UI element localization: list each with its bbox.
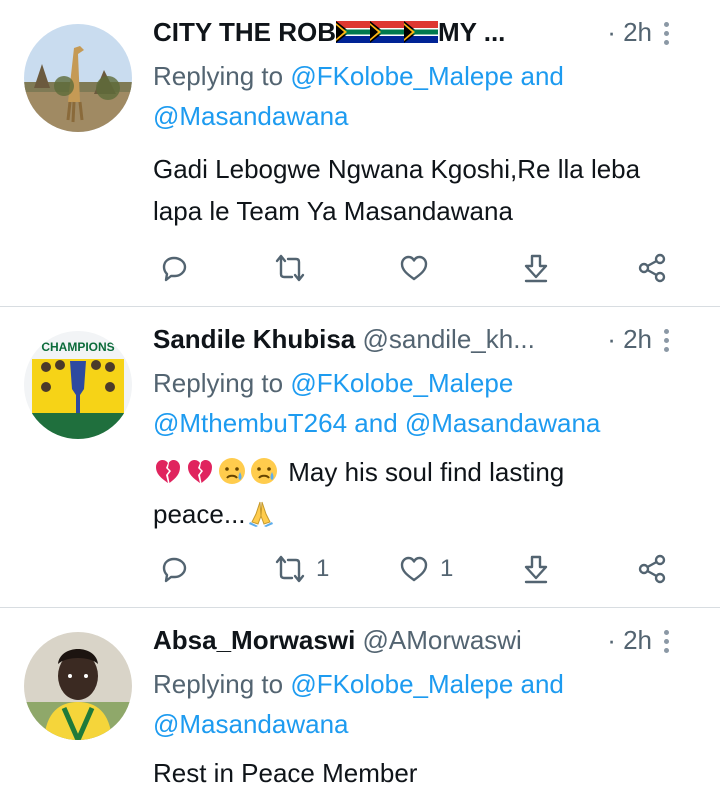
share-button[interactable]	[636, 250, 668, 286]
sad-relieved-face-icon	[251, 458, 277, 484]
user-handle[interactable]: @sandile_kh...	[363, 324, 535, 354]
tweet-1[interactable]: CITY THE ROB MY ... · 2h Replying to @FKo…	[0, 0, 720, 306]
like-button[interactable]: 1	[398, 551, 453, 587]
tweet-text-line: May his soul find lasting	[288, 457, 565, 487]
retweet-button[interactable]: 1	[274, 551, 329, 587]
broken-heart-icon	[156, 460, 180, 483]
user-handle[interactable]: @AMorwaswi	[363, 625, 522, 655]
download-icon	[524, 254, 548, 283]
tweet-2[interactable]: CHAMPIONS Sandile Khubisa @sandile_kh...…	[0, 307, 720, 607]
replying-and[interactable]: and	[513, 669, 564, 699]
tweet-actions: 1 1	[158, 551, 678, 587]
replying-and[interactable]: and	[347, 408, 405, 438]
share-icon	[638, 253, 666, 283]
mention-link[interactable]: @Masandawana	[153, 709, 349, 739]
tweet-header: Sandile Khubisa @sandile_kh... · 2h	[153, 321, 700, 357]
retweet-icon	[275, 555, 305, 583]
replying-prefix: Replying to	[153, 61, 291, 91]
reply-icon	[162, 256, 187, 282]
share-icon	[638, 554, 666, 584]
avatar-champions-text: CHAMPIONS	[41, 340, 114, 354]
timestamp[interactable]: · 2h	[607, 14, 652, 50]
south-africa-flag-icon	[403, 21, 438, 43]
like-count: 1	[440, 555, 454, 582]
display-name-suffix: MY ...	[437, 17, 506, 47]
tweet-actions	[158, 250, 678, 286]
mention-link[interactable]: @FKolobe_Malepe	[290, 669, 513, 699]
heart-icon	[400, 255, 428, 281]
avatar[interactable]	[24, 632, 132, 740]
replying-to: Replying to @FKolobe_Malepe @MthembuT264…	[153, 363, 693, 443]
tweet-header: CITY THE ROB MY ... · 2h	[153, 14, 700, 50]
timestamp[interactable]: · 2h	[607, 622, 652, 658]
avatar[interactable]: CHAMPIONS	[24, 331, 132, 439]
retweet-icon	[275, 254, 305, 282]
mention-link[interactable]: @FKolobe_Malepe	[290, 61, 513, 91]
display-name[interactable]: CITY THE ROB	[153, 17, 336, 47]
folded-hands-icon	[248, 501, 273, 527]
replying-and[interactable]: and	[513, 61, 564, 91]
mention-link[interactable]: @Masandawana	[153, 101, 349, 131]
tweet-text: Rest in Peace Member	[153, 758, 418, 788]
share-button[interactable]	[636, 551, 668, 587]
retweet-count: 1	[316, 555, 330, 582]
retweet-button[interactable]	[274, 250, 306, 286]
like-button[interactable]	[398, 250, 430, 286]
timestamp[interactable]: · 2h	[607, 321, 652, 357]
more-options-icon[interactable]	[664, 630, 670, 657]
avatar[interactable]	[24, 24, 132, 132]
reply-button[interactable]	[158, 551, 190, 587]
display-name[interactable]: Absa_Morwaswi	[153, 625, 355, 655]
reply-icon	[162, 557, 187, 583]
mention-link[interactable]: @MthembuT264	[153, 408, 347, 438]
tweet-text: Gadi Lebogwe Ngwana Kgoshi,Re lla leba l…	[153, 154, 641, 226]
download-button[interactable]	[520, 250, 552, 286]
download-button[interactable]	[520, 551, 552, 587]
heart-icon	[400, 556, 428, 582]
mention-link[interactable]: @FKolobe_Malepe	[290, 368, 513, 398]
tweet-header: Absa_Morwaswi @AMorwaswi · 2h	[153, 622, 700, 658]
display-name[interactable]: Sandile Khubisa	[153, 324, 355, 354]
replying-to: Replying to @FKolobe_Malepe and @Masanda…	[153, 664, 693, 744]
reply-button[interactable]	[158, 250, 190, 286]
more-options-icon[interactable]	[664, 329, 670, 356]
sad-relieved-face-icon	[219, 458, 245, 484]
more-options-icon[interactable]	[664, 22, 670, 49]
tweet-3[interactable]: Absa_Morwaswi @AMorwaswi · 2h Replying t…	[0, 608, 720, 799]
mention-link[interactable]: @Masandawana	[405, 408, 601, 438]
south-africa-flag-icon	[335, 21, 370, 43]
replying-prefix: Replying to	[153, 368, 291, 398]
broken-heart-icon	[188, 460, 212, 483]
replying-prefix: Replying to	[153, 669, 291, 699]
replying-to: Replying to @FKolobe_Malepe and @Masanda…	[153, 56, 693, 136]
tweet-text-line: peace...	[153, 499, 246, 529]
south-africa-flag-icon	[369, 21, 404, 43]
tweet-text: May his soul find lasting peace...	[153, 451, 693, 535]
download-icon	[524, 555, 548, 584]
